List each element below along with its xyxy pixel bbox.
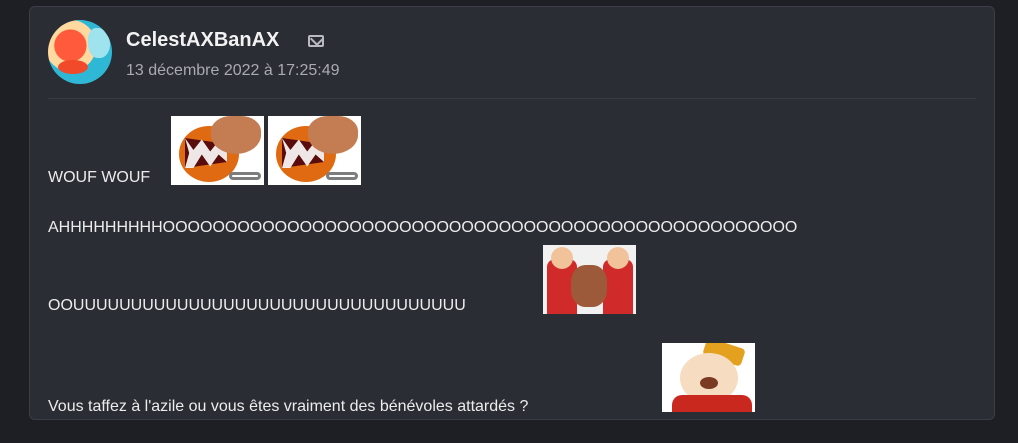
- message-line: AHHHHHHHHHOOOOOOOOOOOOOOOOOOOOOOOOOOOOOO…: [48, 219, 798, 236]
- spirou-sticker: [662, 343, 755, 412]
- divider: [48, 98, 976, 99]
- post-date[interactable]: 13 décembre 2022 à 17:25:49: [126, 62, 340, 80]
- chomp-sticker: [171, 116, 264, 185]
- message-line: Vous taffez à l'azile ou vous êtes vraim…: [48, 398, 529, 415]
- avatar[interactable]: [48, 20, 112, 84]
- chomp-sticker: [268, 116, 361, 185]
- avatar-detail: [88, 28, 110, 58]
- forum-post: CelestAXBanAX 13 décembre 2022 à 17:25:4…: [29, 6, 995, 420]
- mail-icon[interactable]: [308, 35, 324, 47]
- author-name[interactable]: CelestAXBanAX: [126, 29, 279, 52]
- avatar-detail: [58, 60, 88, 74]
- grooms-sticker: [543, 245, 636, 314]
- message-line: OOUUUUUUUUUUUUUUUUUUUUUUUUUUUUUUUUUU: [48, 297, 466, 314]
- message-line: WOUF WOUF: [48, 169, 151, 186]
